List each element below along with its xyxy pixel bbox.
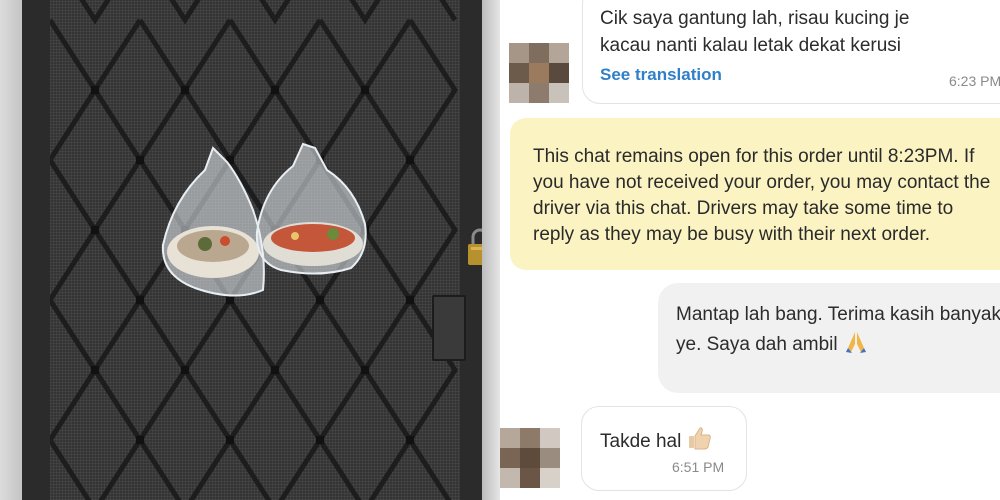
wall-left — [0, 0, 22, 500]
food-bags — [161, 142, 367, 297]
praying-hands-emoji-icon — [845, 332, 866, 353]
driver-message-bubble: Cik saya gantung lah, risau kucing je ka… — [582, 0, 1000, 104]
message-text: Cik saya gantung lah, risau kucing je ka… — [600, 8, 910, 56]
message-timestamp: 6:51 PM — [672, 459, 725, 475]
message-timestamp: 6:23 PM — [949, 73, 1000, 89]
system-note-text: This chat remains open for this order un… — [533, 146, 991, 245]
door-photo — [0, 0, 500, 500]
system-note: This chat remains open for this order un… — [510, 118, 1000, 270]
chat-panel[interactable]: Cik saya gantung lah, risau kucing je ka… — [500, 0, 1000, 500]
door-latch — [432, 295, 466, 361]
driver-avatar-blurred — [509, 43, 569, 103]
thumbs-up-emoji-icon — [689, 427, 712, 450]
message-text: Takde hal — [600, 425, 713, 453]
driver-avatar-blurred — [500, 428, 560, 488]
driver-message-bubble: Takde hal 6:51 PM — [581, 406, 747, 491]
own-message-bubble: Mantap lah bang. Terima kasih banyak ye.… — [658, 283, 1000, 393]
see-translation-link[interactable]: See translation — [600, 65, 722, 85]
wall-right — [482, 0, 500, 500]
message-text: Mantap lah bang. Terima kasih banyak ye.… — [676, 304, 1000, 355]
